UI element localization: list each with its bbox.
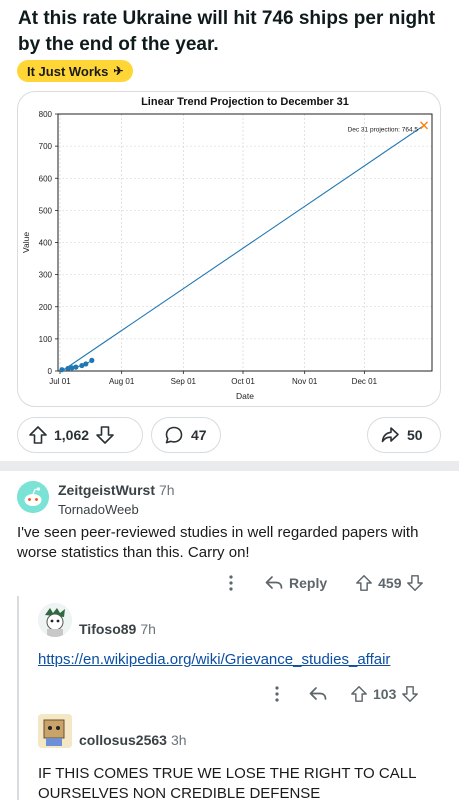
share-button[interactable]: 50 — [367, 417, 441, 453]
post-title[interactable]: At this rate Ukraine will hit 746 ships … — [18, 6, 443, 58]
upvote-arrow-icon[interactable] — [28, 425, 48, 445]
comment-author[interactable]: Tifoso89 7h — [79, 621, 156, 637]
comment-vote-group: 103 — [350, 685, 419, 703]
downvote-arrow-icon[interactable] — [401, 685, 419, 703]
y-tick-label: 600 — [39, 174, 53, 183]
comment-bubble-icon — [165, 426, 183, 444]
avatar-icon — [38, 714, 72, 748]
upvote-arrow-icon[interactable] — [355, 574, 373, 592]
more-vertical-icon[interactable] — [224, 573, 238, 593]
comment-count: 47 — [191, 427, 207, 443]
avatar-icon — [38, 603, 72, 637]
x-tick-label: Oct 01 — [231, 377, 255, 386]
post-vote-group: 1,062 — [17, 417, 143, 453]
reply-arrow-icon — [265, 576, 283, 589]
reply-button[interactable]: Reply — [264, 574, 327, 592]
projection-annotation: Dec 31 projection: 764.5 — [348, 126, 419, 133]
data-point — [83, 361, 89, 367]
x-tick-label: Aug 01 — [109, 377, 135, 386]
x-tick-label: Jul 01 — [49, 377, 71, 386]
data-point — [73, 364, 79, 370]
y-tick-label: 500 — [39, 206, 53, 215]
comment-age: 3h — [170, 732, 187, 748]
downvote-arrow-icon[interactable] — [95, 425, 115, 445]
share-count: 50 — [407, 427, 423, 443]
chart-title: Linear Trend Projection to December 31 — [141, 96, 349, 108]
y-tick-label: 100 — [39, 335, 53, 344]
y-tick-label: 800 — [39, 110, 53, 119]
username[interactable]: Tifoso89 — [79, 621, 136, 637]
upvote-arrow-icon[interactable] — [350, 685, 368, 703]
comments-button[interactable]: 47 — [151, 417, 221, 453]
comment-score: 459 — [378, 575, 402, 591]
comment-author[interactable]: collosus2563 3h — [79, 732, 187, 748]
more-vertical-icon[interactable] — [270, 684, 284, 704]
chart-image[interactable]: Linear Trend Projection to December 31 0 1… — [17, 91, 441, 407]
reply-arrow-icon[interactable] — [308, 685, 328, 703]
y-tick-label: 300 — [39, 271, 53, 280]
comment-body: IF THIS COMES TRUE WE LOSE THE RIGHT TO … — [38, 765, 416, 800]
line-chart: Linear Trend Projection to December 31 0 1… — [21, 96, 433, 401]
comment-age: 7h — [158, 482, 175, 498]
comment: Tifoso89 7h https://en.wikipedia.org/wiki… — [0, 598, 459, 706]
post-flair[interactable]: It Just Works ✈ — [17, 60, 134, 82]
reply-label: Reply — [289, 575, 328, 591]
data-point — [89, 357, 95, 363]
y-axis-label: Value — [21, 232, 31, 253]
avatar[interactable] — [38, 603, 72, 637]
user-flair: TornadoWeeb — [58, 502, 139, 517]
comment-vote-group: 459 — [355, 574, 424, 592]
y-tick-label: 0 — [48, 367, 53, 376]
comment: ZeitgeistWurst 7h TornadoWeeb I've seen p… — [0, 471, 459, 611]
comment-body: I've seen peer-reviewed studies in well … — [17, 524, 419, 561]
data-point — [59, 367, 65, 373]
y-tick-label: 400 — [39, 239, 53, 248]
airplane-icon: ✈ — [113, 64, 124, 78]
downvote-arrow-icon[interactable] — [406, 574, 424, 592]
post-score: 1,062 — [54, 427, 90, 443]
avatar[interactable] — [17, 481, 49, 513]
y-tick-label: 200 — [39, 303, 53, 312]
username[interactable]: ZeitgeistWurst — [58, 482, 155, 498]
comment: collosus2563 3h IF THIS COMES TRUE WE LOS… — [0, 708, 459, 800]
avatar[interactable] — [38, 714, 72, 748]
y-tick-label: 700 — [39, 142, 53, 151]
username[interactable]: collosus2563 — [79, 732, 167, 748]
x-tick-label: Dec 01 — [352, 377, 378, 386]
flair-label: It Just Works — [27, 63, 109, 79]
reddit-snoo-icon — [17, 481, 49, 513]
comment-age: 7h — [140, 621, 156, 637]
section-divider — [0, 461, 459, 471]
x-tick-label: Nov 01 — [292, 377, 318, 386]
comment-score: 103 — [373, 686, 397, 702]
share-arrow-icon — [381, 427, 399, 443]
comment-link[interactable]: https://en.wikipedia.org/wiki/Grievance_… — [38, 650, 448, 670]
x-tick-label: Sep 01 — [171, 377, 197, 386]
comment-author[interactable]: ZeitgeistWurst 7h — [58, 482, 175, 498]
x-axis-label: Date — [236, 391, 254, 401]
